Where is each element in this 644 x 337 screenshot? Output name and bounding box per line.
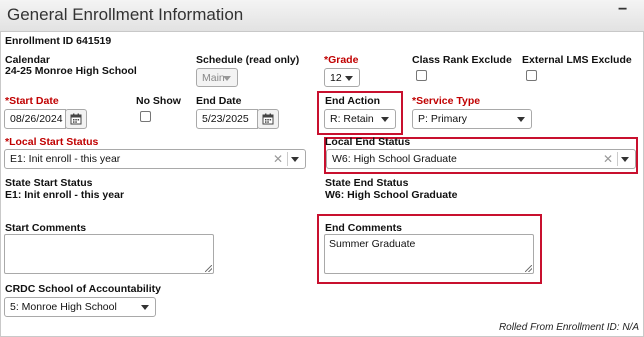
schedule-value: Main xyxy=(202,71,225,84)
divider xyxy=(617,152,618,166)
class-rank-exclude-label: Class Rank Exclude xyxy=(412,54,512,66)
enrollment-id: Enrollment ID 641519 xyxy=(5,35,112,47)
chevron-down-icon xyxy=(517,117,525,122)
start-date-value: 08/26/2024 xyxy=(10,113,63,125)
grade-label: *Grade xyxy=(324,54,359,66)
local-start-status-value: E1: Init enroll - this year xyxy=(10,153,121,165)
class-rank-exclude-checkbox[interactable] xyxy=(416,70,427,81)
start-date-label: *Start Date xyxy=(5,95,59,107)
service-type-label: *Service Type xyxy=(412,95,481,107)
end-comments-textarea[interactable]: Summer Graduate xyxy=(324,234,534,274)
resize-grip-icon[interactable] xyxy=(205,265,212,272)
start-date-input[interactable]: 08/26/2024 xyxy=(4,109,66,129)
end-comments-label: End Comments xyxy=(325,222,403,234)
local-end-status-label: Local End Status xyxy=(325,136,411,148)
end-action-label: End Action xyxy=(325,95,381,107)
calendar-value: 24-25 Monroe High School xyxy=(5,65,137,77)
chevron-down-icon xyxy=(345,75,353,81)
chevron-down-icon xyxy=(141,305,149,310)
external-lms-exclude-checkbox[interactable] xyxy=(526,70,537,81)
clear-icon[interactable]: ✕ xyxy=(603,152,613,166)
end-action-value: R: Retain xyxy=(330,113,374,125)
chevron-down-icon xyxy=(381,117,389,122)
collapse-button[interactable]: − xyxy=(618,1,627,19)
chevron-down-icon[interactable] xyxy=(291,157,299,162)
local-start-status-label: *Local Start Status xyxy=(5,136,99,148)
end-comments-value: Summer Graduate xyxy=(329,238,416,250)
calendar-icon xyxy=(70,113,82,125)
local-end-status-select[interactable]: W6: High School Graduate ✕ xyxy=(326,149,636,169)
clear-icon[interactable]: ✕ xyxy=(273,152,283,166)
end-date-value: 5/23/2025 xyxy=(202,113,249,125)
grade-value: 12 xyxy=(330,71,342,84)
crdc-school-value: 5: Monroe High School xyxy=(10,301,117,313)
rolled-from-note: Rolled From Enrollment ID: N/A xyxy=(498,322,639,333)
state-end-status-label: State End Status xyxy=(325,177,409,189)
chevron-down-icon xyxy=(223,75,231,81)
divider xyxy=(287,152,288,166)
crdc-school-label: CRDC School of Accountability xyxy=(5,283,161,295)
end-date-label: End Date xyxy=(196,95,242,107)
resize-grip-icon[interactable] xyxy=(525,265,532,272)
external-lms-exclude-label: External LMS Exclude xyxy=(522,54,632,66)
no-show-label: No Show xyxy=(136,95,181,107)
service-type-select[interactable]: P: Primary xyxy=(412,109,532,129)
schedule-select: Main xyxy=(196,68,238,87)
start-date-calendar-button[interactable] xyxy=(65,109,87,129)
end-action-select[interactable]: R: Retain xyxy=(324,109,396,129)
schedule-label: Schedule (read only) xyxy=(196,54,300,66)
end-date-input[interactable]: 5/23/2025 xyxy=(196,109,258,129)
start-comments-label: Start Comments xyxy=(5,222,87,234)
state-end-status-value: W6: High School Graduate xyxy=(325,189,458,201)
no-show-checkbox[interactable] xyxy=(140,111,151,122)
state-start-status-label: State Start Status xyxy=(5,177,93,189)
grade-select[interactable]: 12 xyxy=(324,68,360,87)
crdc-school-select[interactable]: 5: Monroe High School xyxy=(4,297,156,317)
end-date-calendar-button[interactable] xyxy=(257,109,279,129)
service-type-value: P: Primary xyxy=(418,113,468,125)
panel-title: General Enrollment Information xyxy=(7,5,244,24)
calendar-icon xyxy=(262,113,274,125)
local-start-status-select[interactable]: E1: Init enroll - this year ✕ xyxy=(4,149,306,169)
chevron-down-icon[interactable] xyxy=(621,157,629,162)
start-comments-textarea[interactable] xyxy=(4,234,214,274)
state-start-status-value: E1: Init enroll - this year xyxy=(5,189,125,201)
local-end-status-value: W6: High School Graduate xyxy=(332,153,457,165)
